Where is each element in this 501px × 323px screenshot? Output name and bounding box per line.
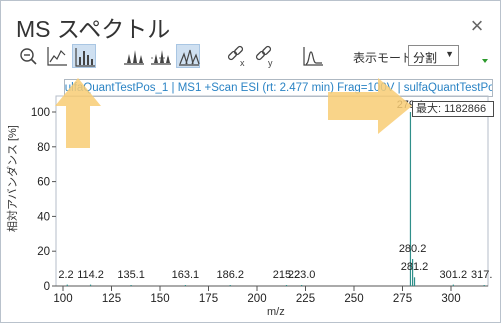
x-tick-label: 175 [199, 293, 218, 305]
up-arrow-overlay [55, 78, 101, 148]
y-tick-label: 40 [37, 211, 50, 223]
peak-label: 223.0 [288, 269, 316, 281]
peak-label: 163.1 [172, 269, 200, 281]
peak-label: 301.2 [440, 269, 468, 281]
y-tick-label: 100 [31, 107, 50, 119]
x-tick-label: 250 [344, 293, 363, 305]
x-tick-label: 200 [247, 293, 266, 305]
peak-label: 2.2 [58, 269, 73, 281]
peak-label: 135.1 [117, 269, 145, 281]
peak-label: 317. [471, 269, 492, 281]
x-tick-label: 275 [393, 293, 412, 305]
y-tick-label: 20 [37, 246, 50, 258]
x-tick-label: 300 [441, 293, 460, 305]
plot-frame [55, 95, 489, 287]
y-tick-label: 0 [44, 281, 50, 293]
x-tick-label: 150 [150, 293, 169, 305]
y-tick-label: 60 [37, 177, 50, 189]
x-tick-label: 100 [53, 293, 72, 305]
x-tick-label: 225 [296, 293, 315, 305]
peak-label: 281.2 [401, 261, 429, 273]
spectrum-plot[interactable]: 100 125 150 175 200 225 250 275 300020406080100 … [0, 0, 501, 323]
peak-label: 186.2 [216, 269, 244, 281]
peak-label: 280.2 [399, 243, 427, 255]
y-tick-label: 80 [37, 142, 50, 154]
x-tick-label: 125 [102, 293, 121, 305]
right-arrow-overlay [328, 78, 412, 134]
max-intensity-box: 最大: 1182866 [412, 101, 494, 117]
peak-label: 114.2 [77, 269, 104, 281]
